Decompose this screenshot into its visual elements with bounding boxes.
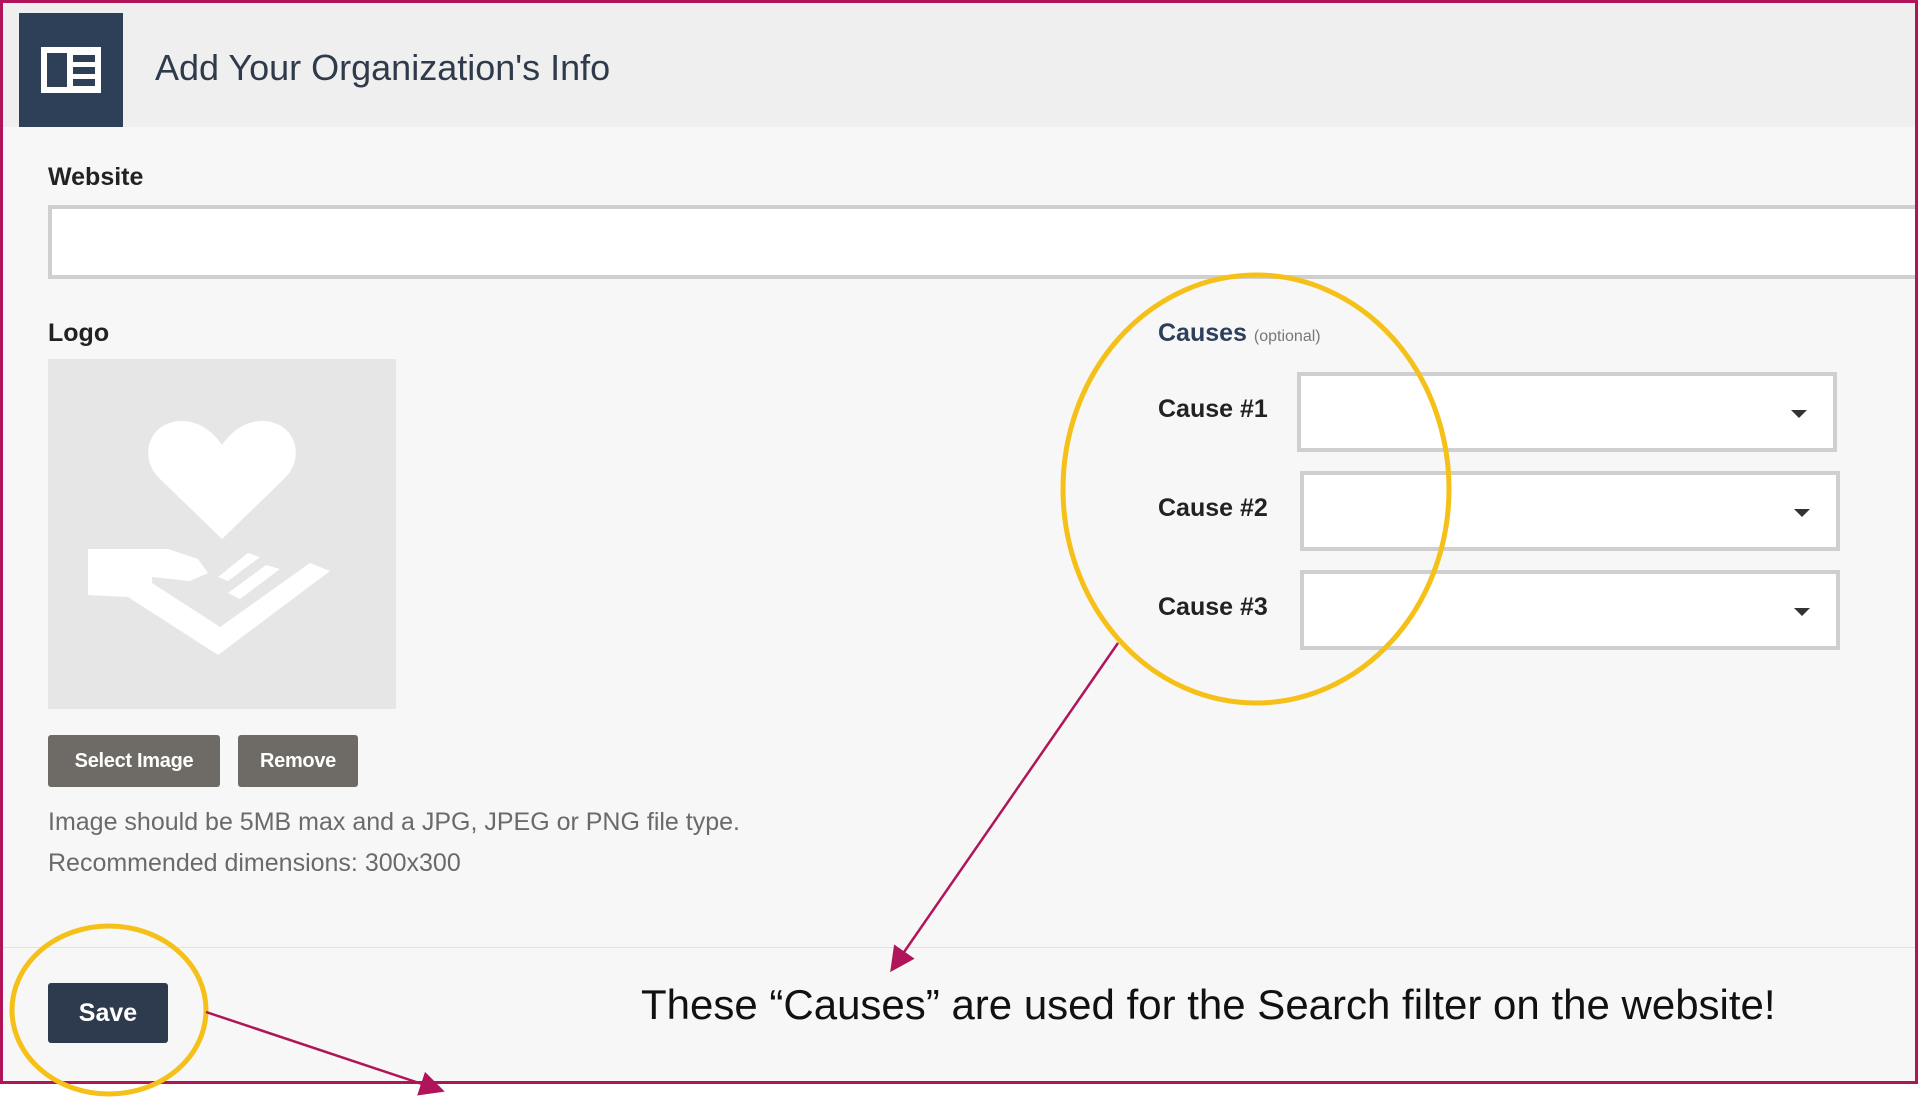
cause-2-label: Cause #2	[1158, 494, 1268, 522]
logo-label: Logo	[48, 319, 110, 347]
causes-heading: Causes (optional)	[1158, 319, 1321, 348]
remove-button[interactable]: Remove	[238, 735, 358, 787]
cause-3-select[interactable]	[1300, 570, 1840, 650]
heart-hand-icon	[88, 421, 330, 655]
image-help-text: Image should be 5MB max and a JPG, JPEG …	[48, 808, 740, 836]
panel-header: Add Your Organization's Info	[3, 3, 1915, 127]
cause-1-label: Cause #1	[1158, 395, 1268, 423]
causes-title: Causes	[1158, 319, 1247, 347]
logo-preview	[48, 359, 396, 709]
select-image-button[interactable]: Select Image	[48, 735, 220, 787]
causes-optional-tag: (optional)	[1253, 328, 1321, 345]
website-label: Website	[48, 163, 144, 191]
chevron-down-icon	[1794, 509, 1810, 517]
chevron-down-icon	[1794, 608, 1810, 616]
cause-2-select[interactable]	[1300, 471, 1840, 551]
page-title: Add Your Organization's Info	[155, 47, 611, 88]
image-dimensions-text: Recommended dimensions: 300x300	[48, 849, 461, 877]
website-input[interactable]	[48, 205, 1915, 279]
save-button[interactable]: Save	[48, 983, 168, 1043]
chevron-down-icon	[1791, 410, 1807, 418]
form-panel: Add Your Organization's Info Website Log…	[0, 0, 1918, 1084]
layout-card-icon	[19, 13, 123, 127]
cause-1-select[interactable]	[1297, 372, 1837, 452]
footer-divider	[3, 947, 1915, 948]
annotation-note: These “Causes” are used for the Search f…	[641, 981, 1776, 1028]
cause-3-label: Cause #3	[1158, 593, 1268, 621]
